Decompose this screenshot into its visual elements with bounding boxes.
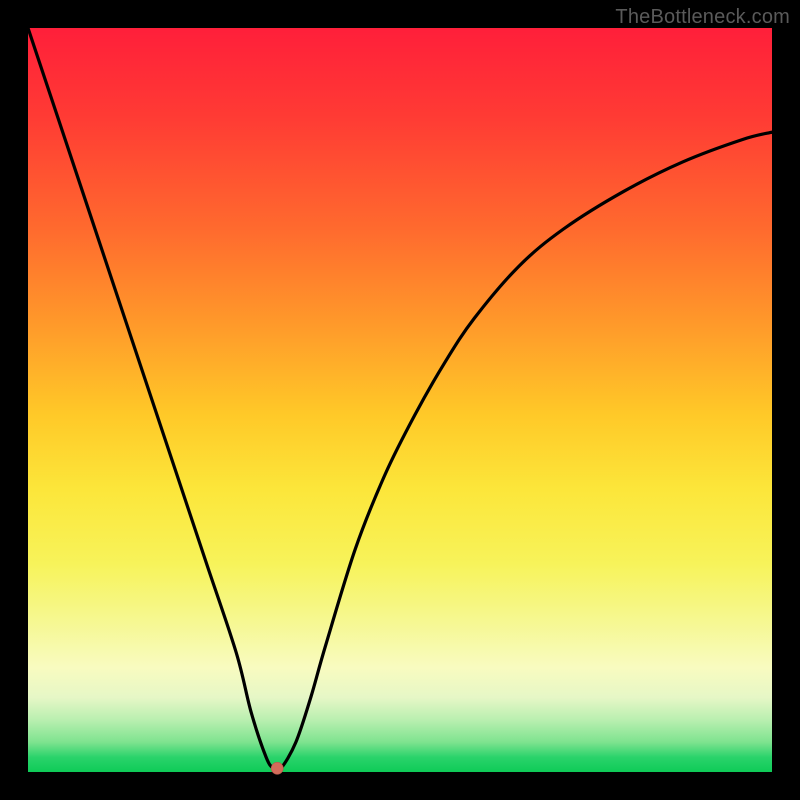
chart-frame: TheBottleneck.com (0, 0, 800, 800)
optimal-point-marker (271, 762, 283, 774)
watermark-text: TheBottleneck.com (615, 6, 790, 29)
bottleneck-curve (28, 28, 772, 772)
plot-area (28, 28, 772, 772)
